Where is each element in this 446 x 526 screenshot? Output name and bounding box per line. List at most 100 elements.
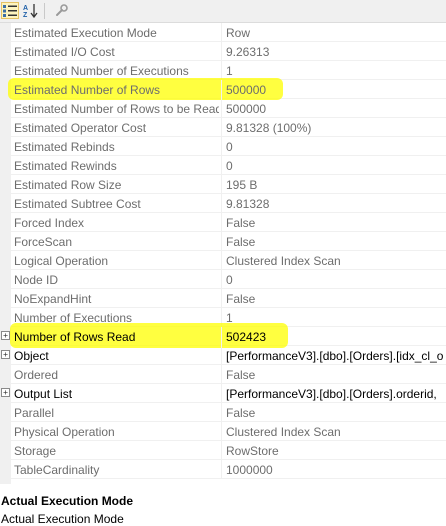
property-row[interactable]: + Number of Rows Read 502423 (0, 323, 446, 348)
property-row[interactable]: Estimated Number of Rows to be Read 50000… (0, 99, 446, 118)
property-row[interactable]: + Object [PerformanceV3].[dbo].[Orders].[i… (0, 346, 446, 365)
property-row[interactable]: ForceScan False (0, 232, 446, 251)
description-panel: Actual Execution Mode Actual Execution M… (0, 486, 446, 526)
property-value[interactable]: Clustered Index Scan (226, 254, 446, 268)
property-value[interactable]: 500000 (226, 83, 446, 97)
column-divider[interactable] (221, 232, 222, 251)
column-divider[interactable] (221, 213, 222, 232)
property-name: Estimated Rewinds (14, 159, 117, 173)
property-name: Number of Rows Read (14, 330, 136, 344)
column-divider[interactable] (221, 42, 222, 61)
column-divider[interactable] (221, 175, 222, 194)
property-row[interactable]: Estimated I/O Cost 9.26313 (0, 42, 446, 61)
column-divider[interactable] (221, 270, 222, 289)
property-value[interactable]: 9.26313 (226, 45, 446, 59)
property-name: Estimated Row Size (14, 178, 122, 192)
column-divider[interactable] (221, 384, 222, 403)
property-name: Physical Operation (14, 425, 115, 439)
column-divider[interactable] (221, 460, 222, 479)
property-row[interactable]: Node ID 0 (0, 270, 446, 289)
column-divider[interactable] (221, 80, 222, 99)
property-value[interactable]: 1 (226, 64, 446, 78)
property-row[interactable]: Estimated Rebinds 0 (0, 137, 446, 156)
column-divider[interactable] (221, 23, 222, 42)
column-divider[interactable] (221, 251, 222, 270)
expand-icon[interactable]: + (1, 331, 10, 340)
property-name: Logical Operation (14, 254, 109, 268)
property-name: Output List (14, 387, 73, 401)
property-value[interactable]: False (226, 292, 446, 306)
property-row[interactable]: + Output List [PerformanceV3].[dbo].[Order… (0, 384, 446, 403)
column-divider[interactable] (221, 289, 222, 308)
column-divider[interactable] (221, 118, 222, 137)
property-name: Estimated I/O Cost (14, 45, 115, 59)
property-value[interactable]: Clustered Index Scan (226, 425, 446, 439)
property-value[interactable]: 0 (226, 140, 446, 154)
property-value[interactable]: False (226, 235, 446, 249)
property-value[interactable]: False (226, 406, 446, 420)
property-name: TableCardinality (14, 463, 100, 477)
property-row[interactable]: Estimated Number of Rows 500000 (0, 78, 446, 100)
property-value[interactable]: [PerformanceV3].[dbo].[Orders].orderid, (226, 387, 446, 401)
column-divider[interactable] (221, 422, 222, 441)
categorized-icon (3, 4, 17, 17)
property-row[interactable]: Estimated Rewinds 0 (0, 156, 446, 175)
property-row[interactable]: NoExpandHint False (0, 289, 446, 308)
expand-icon[interactable]: + (1, 350, 10, 359)
property-name: Storage (14, 444, 57, 458)
column-divider[interactable] (221, 156, 222, 175)
property-row[interactable]: Estimated Row Size 195 B (0, 175, 446, 194)
categorized-view-button[interactable] (1, 2, 19, 19)
property-name: Node ID (14, 273, 59, 287)
property-value[interactable]: False (226, 368, 446, 382)
property-row[interactable]: Estimated Execution Mode Row (0, 23, 446, 42)
property-value[interactable]: 0 (226, 273, 446, 287)
column-divider[interactable] (221, 137, 222, 156)
column-divider[interactable] (221, 194, 222, 213)
property-value[interactable]: 9.81328 (100%) (226, 121, 446, 135)
wrench-icon (55, 4, 68, 16)
property-row[interactable]: Parallel False (0, 403, 446, 422)
property-pages-button[interactable] (52, 2, 70, 19)
property-value[interactable]: 1000000 (226, 463, 446, 477)
sort-glyph-z: Z (23, 12, 28, 18)
property-row[interactable]: Storage RowStore (0, 441, 446, 460)
property-name: Estimated Operator Cost (14, 121, 147, 135)
property-value[interactable]: [PerformanceV3].[dbo].[Orders].[idx_cl_o (226, 349, 446, 363)
property-name: Estimated Execution Mode (14, 26, 157, 40)
property-name: Estimated Number of Rows (14, 83, 161, 97)
property-name: Ordered (14, 368, 59, 382)
property-grid[interactable]: Estimated Execution Mode Row Estimated I/O… (0, 23, 446, 484)
column-divider[interactable] (221, 403, 222, 422)
property-row[interactable]: Ordered False (0, 365, 446, 384)
property-value[interactable]: RowStore (226, 444, 446, 458)
property-name: ForceScan (14, 235, 73, 249)
property-value[interactable]: 0 (226, 159, 446, 173)
property-row[interactable]: Forced Index False (0, 213, 446, 232)
property-value[interactable]: 502423 (226, 330, 446, 344)
column-divider[interactable] (221, 327, 222, 346)
property-name: Estimated Rebinds (14, 140, 115, 154)
property-row[interactable]: Estimated Subtree Cost 9.81328 (0, 194, 446, 213)
property-name: Forced Index (14, 216, 85, 230)
property-row[interactable]: Physical Operation Clustered Index Scan (0, 422, 446, 441)
property-value[interactable]: 9.81328 (226, 197, 446, 211)
property-row[interactable]: TableCardinality 1000000 (0, 460, 446, 479)
property-name: Object (14, 349, 49, 363)
column-divider[interactable] (221, 365, 222, 384)
property-row[interactable]: Estimated Operator Cost 9.81328 (100%) (0, 118, 446, 137)
expand-icon[interactable]: + (1, 388, 10, 397)
property-name: Estimated Subtree Cost (14, 197, 141, 211)
property-value[interactable]: False (226, 216, 446, 230)
column-divider[interactable] (221, 441, 222, 460)
column-divider[interactable] (221, 99, 222, 118)
property-value[interactable]: Row (226, 26, 446, 40)
alphabetical-sort-button[interactable]: A Z (22, 2, 40, 19)
property-toolbar: A Z (0, 0, 446, 23)
column-divider[interactable] (221, 346, 222, 365)
property-value[interactable]: 195 B (226, 178, 446, 192)
description-title: Actual Execution Mode (1, 494, 134, 508)
property-value[interactable]: 500000 (226, 102, 446, 116)
property-row[interactable]: Logical Operation Clustered Index Scan (0, 251, 446, 270)
property-name: Estimated Number of Rows to be Read (14, 102, 219, 116)
